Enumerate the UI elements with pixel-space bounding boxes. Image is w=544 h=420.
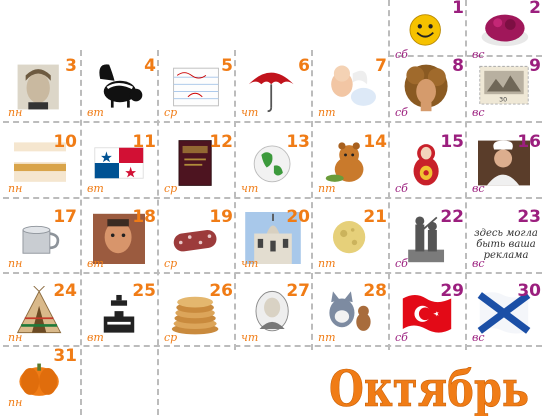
- day-number: 6: [298, 56, 310, 76]
- day-of-week-label: сб: [395, 331, 408, 344]
- day-number: 13: [286, 132, 310, 152]
- day-number: 20: [286, 207, 310, 227]
- month-title-text: Октябрь: [329, 359, 529, 416]
- day-number: 19: [209, 207, 233, 227]
- day-cell-20: 20 чт: [236, 206, 313, 272]
- day-number: 25: [132, 281, 156, 301]
- day-cell-16: 16 вс: [467, 131, 544, 197]
- day-of-week-label: пт: [318, 182, 336, 195]
- day-cell-7: 7 пт: [313, 55, 390, 121]
- day-number: 18: [132, 207, 156, 227]
- day-of-week-label: ср: [164, 331, 178, 344]
- day-cell-14: 14 пт: [313, 131, 390, 197]
- day-cell-30: 30 вс: [467, 280, 544, 346]
- day-number: 8: [452, 56, 464, 76]
- day-cell-4: 4 вт: [82, 55, 159, 121]
- day-cell-1: 1 сб: [390, 0, 467, 63]
- day-number: 10: [53, 132, 77, 152]
- day-cell-26: 26 ср: [159, 280, 236, 346]
- day-cell-22: 22 сб: [390, 206, 467, 272]
- day-of-week-label: пн: [8, 182, 23, 195]
- day-of-week-label: пт: [318, 257, 336, 270]
- day-number: 17: [53, 207, 77, 227]
- day-number: 1: [452, 0, 464, 18]
- day-number: 15: [440, 132, 464, 152]
- grid-divider: [3, 121, 542, 123]
- day-number: 27: [286, 281, 310, 301]
- day-cell-25: 25 вт: [82, 280, 159, 346]
- day-cell-19: 19 ср: [159, 206, 236, 272]
- day-of-week-label: чт: [241, 331, 259, 344]
- day-number: 29: [440, 281, 464, 301]
- day-of-week-label: чт: [241, 106, 259, 119]
- day-number: 31: [53, 346, 77, 366]
- day-of-week-label: вс: [472, 331, 485, 344]
- grid-divider: [3, 272, 542, 274]
- day-number: 9: [529, 56, 541, 76]
- day-cell-27: 27 чт: [236, 280, 313, 346]
- day-of-week-label: ср: [164, 182, 178, 195]
- day-of-week-label: ср: [164, 106, 178, 119]
- day-of-week-label: вт: [87, 331, 104, 344]
- day-cell-3: 3 пн: [3, 55, 80, 121]
- day-cell-17: 17 пн: [3, 206, 80, 272]
- day-cell-28: 28 пт: [313, 280, 390, 346]
- day-cell-23: здесь могла быть ваша реклама 23 вс: [467, 206, 544, 272]
- day-number: 5: [221, 56, 233, 76]
- day-cell-18: 18 вт: [82, 206, 159, 272]
- day-number: 14: [363, 132, 387, 152]
- day-of-week-label: ср: [164, 257, 178, 270]
- day-cell-9: 30 9 вс: [467, 55, 544, 121]
- day-cell-15: 15 сб: [390, 131, 467, 197]
- day-of-week-label: чт: [241, 182, 259, 195]
- month-title: Октябрь: [329, 359, 530, 416]
- day-number: 23: [517, 207, 541, 227]
- day-number: 24: [53, 281, 77, 301]
- day-of-week-label: пн: [8, 331, 23, 344]
- day-number: 7: [375, 56, 387, 76]
- day-number: 4: [144, 56, 156, 76]
- day-of-week-label: пт: [318, 331, 336, 344]
- day-of-week-label: вс: [472, 182, 485, 195]
- day-of-week-label: пн: [8, 257, 23, 270]
- day-cell-12: 12 ср: [159, 131, 236, 197]
- day-cell-11: 11 вт: [82, 131, 159, 197]
- svg-text:30: 30: [499, 96, 507, 103]
- day-number: 2: [529, 0, 541, 18]
- day-number: 12: [209, 132, 233, 152]
- day-of-week-label: вт: [87, 257, 104, 270]
- day-cell-6: 6 чт: [236, 55, 313, 121]
- grid-divider: [3, 197, 542, 199]
- day-number: 28: [363, 281, 387, 301]
- day-number: 21: [363, 207, 387, 227]
- day-cell-24: 24 пн: [3, 280, 80, 346]
- day-of-week-label: сб: [395, 182, 408, 195]
- day-cell-8: 8 сб: [390, 55, 467, 121]
- day-of-week-label: сб: [395, 257, 408, 270]
- day-cell-29: 29 сб: [390, 280, 467, 346]
- day-number: 3: [65, 56, 77, 76]
- day-of-week-label: вс: [472, 106, 485, 119]
- day-cell-21: 21 пт: [313, 206, 390, 272]
- day-of-week-label: вт: [87, 106, 104, 119]
- day-number: 11: [132, 132, 156, 152]
- day-of-week-label: пт: [318, 106, 336, 119]
- day-number: 30: [517, 281, 541, 301]
- day-number: 22: [440, 207, 464, 227]
- day-number: 26: [209, 281, 233, 301]
- day-of-week-label: пн: [8, 106, 23, 119]
- day-of-week-label: вт: [87, 182, 104, 195]
- day-cell-2: 2 вс: [467, 0, 544, 63]
- day-cell-5: 5 ср: [159, 55, 236, 121]
- day-cell-31: 31 пн: [3, 345, 80, 411]
- day-number: 16: [517, 132, 541, 152]
- day-of-week-label: чт: [241, 257, 259, 270]
- day-of-week-label: вс: [472, 257, 485, 270]
- day-of-week-label: пн: [8, 396, 23, 409]
- day-cell-10: 10 пн: [3, 131, 80, 197]
- day-of-week-label: сб: [395, 106, 408, 119]
- day-cell-13: 13 чт: [236, 131, 313, 197]
